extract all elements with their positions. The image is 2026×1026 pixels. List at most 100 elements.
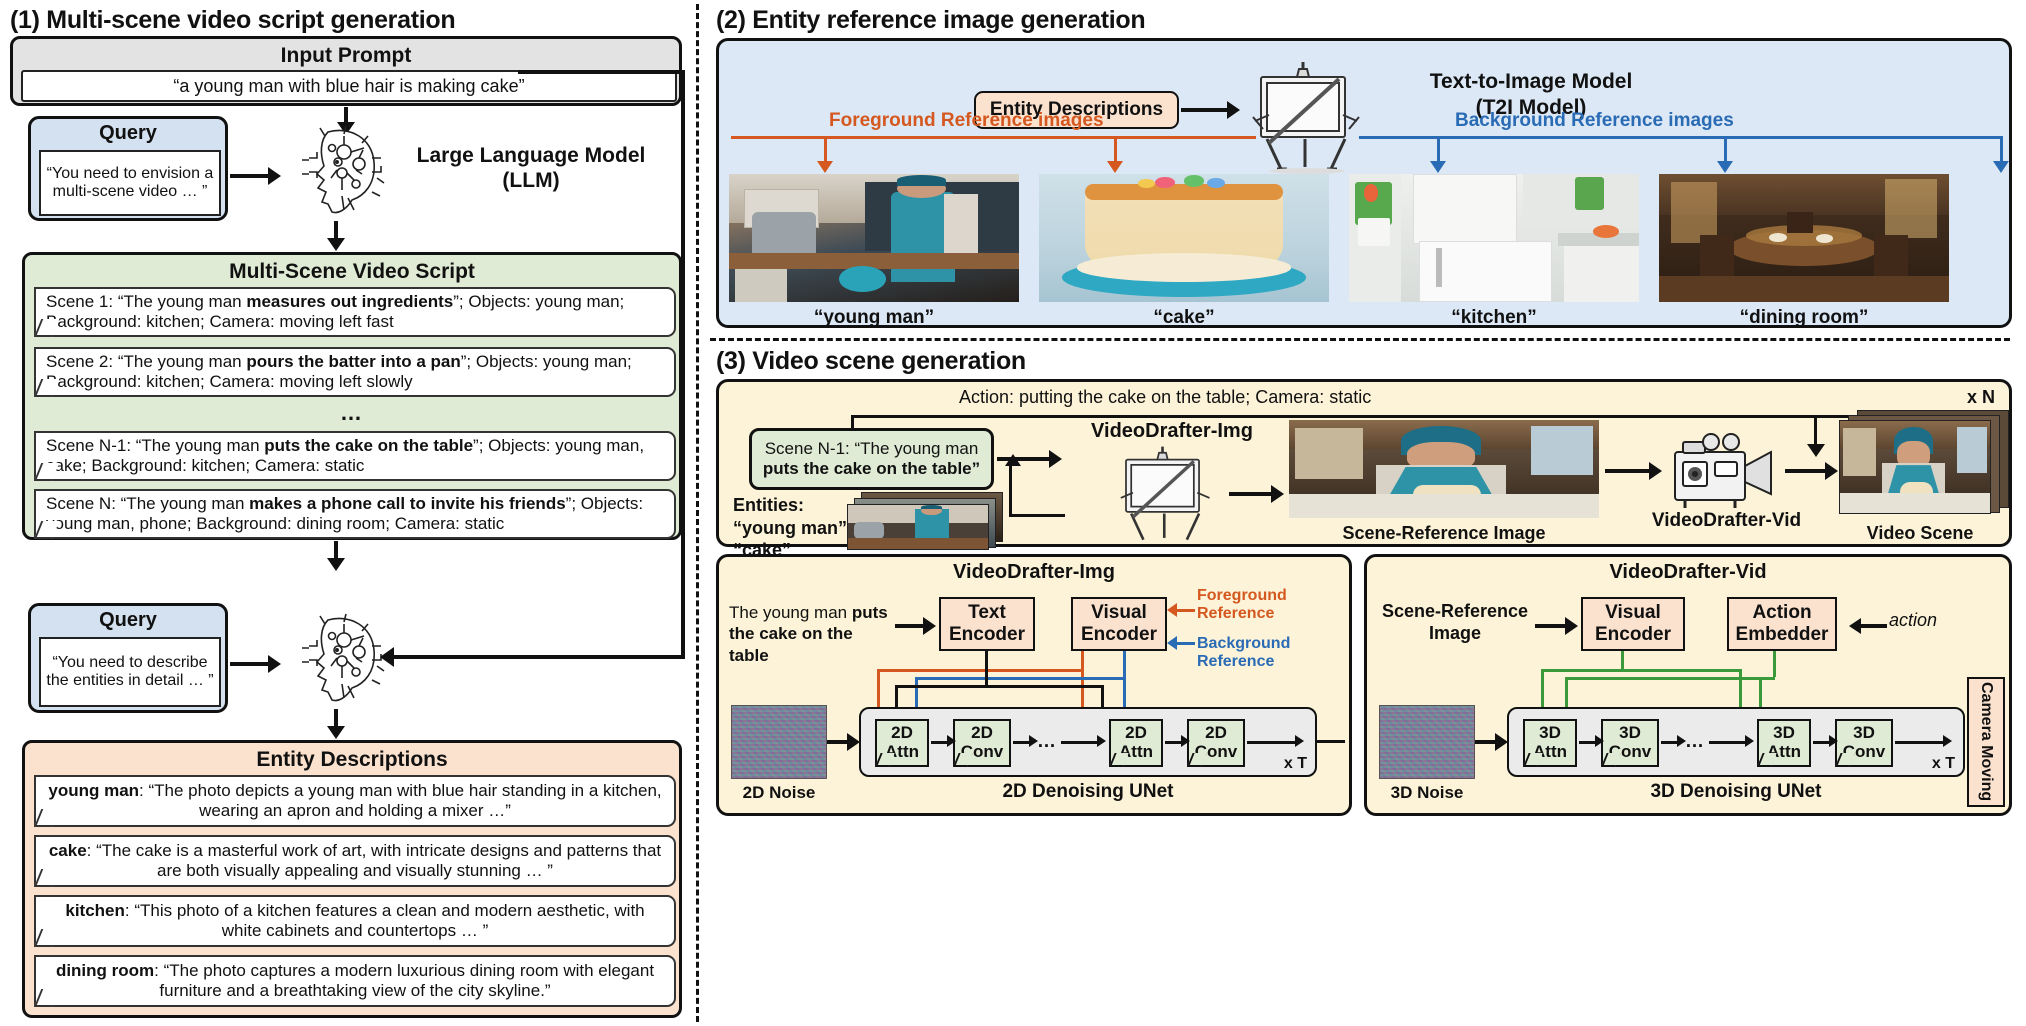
vid-feed-green-bus1 — [1541, 669, 1625, 672]
scene-item[interactable]: Scene 2: “The young man pours the batter… — [34, 347, 676, 397]
camera-moving-block[interactable]: Camera Moving — [1967, 677, 2005, 807]
text-encoder-block[interactable]: Text Encoder — [939, 597, 1035, 651]
reference-image-card[interactable]: “cake” — [1039, 174, 1329, 329]
visual-encoder-line1: Visual — [1091, 602, 1147, 624]
vid-visual-encoder-line1: Visual — [1605, 602, 1661, 624]
scene-reference-photo — [1289, 420, 1599, 518]
action-bracket-right — [1814, 415, 1817, 447]
query-2-panel: Query “You need to describe the entities… — [28, 603, 228, 713]
entity-item[interactable]: cake: “The cake is a masterful work of a… — [34, 835, 676, 887]
section-1-multi-scene-script: (1) Multi-scene video script generation … — [8, 6, 688, 1018]
query-2-text: “You need to describe the entities in de… — [46, 653, 214, 689]
bg-feed-line-1 — [1123, 651, 1126, 677]
entity-reference-panel: Entity Descriptions Text-to-Image Model … — [716, 38, 2012, 328]
vid-feed-green-down1 — [1541, 669, 1544, 711]
scene-n1-box-line2: puts the cake on the table” — [762, 459, 981, 478]
unet-2d-output-line — [1317, 740, 1345, 743]
entity-2-desc: : “This photo of a kitchen features a cl… — [124, 900, 645, 940]
entity-1-name: cake — [48, 840, 87, 860]
vid-feed-green-bus3 — [1621, 669, 1741, 672]
entity-thumbnail-stack[interactable] — [847, 492, 1007, 550]
unet-block-2d-attn-2[interactable]: 2D Attn — [1109, 719, 1163, 767]
scene-item[interactable]: Scene N: “The young man makes a phone ca… — [34, 489, 676, 539]
background-bus-line — [1359, 136, 2003, 139]
fg-feed-down-b — [1081, 669, 1084, 711]
entity-item[interactable]: young man: “The photo depicts a young ma… — [34, 775, 676, 827]
bg-feed-down-a — [915, 677, 918, 711]
section-2-title: (2) Entity reference image generation — [716, 6, 1146, 34]
unet-block-3d-attn-2[interactable]: 3D Attn — [1757, 719, 1811, 767]
vid-feed-green-down2 — [1565, 677, 1568, 711]
unet-block-2d-attn-1[interactable]: 2D Attn — [875, 719, 929, 767]
arrow-vdimg-to-sceneref — [1229, 485, 1287, 503]
video-scene-frame — [1839, 420, 1991, 514]
scene-2-bold: pours the batter into a pan — [246, 351, 461, 371]
reference-caption-cake: “cake” — [1153, 307, 1215, 328]
scene-n-prefix: Scene N: “The young man — [46, 493, 250, 513]
reference-image-card[interactable]: “young man” — [729, 174, 1019, 329]
entity-3-desc: : “The photo captures a modern luxurious… — [154, 960, 655, 1000]
entity-item[interactable]: kitchen: “This photo of a kitchen featur… — [34, 895, 676, 947]
section-1-title: (1) Multi-scene video script generation — [10, 6, 456, 34]
vid-feed-green-bus2 — [1565, 677, 1775, 680]
video-scene-caption: Video Scene — [1866, 523, 1974, 543]
scene-n1-prefix: Scene N-1: “The young man — [46, 435, 265, 455]
query-2-text-box[interactable]: “You need to describe the entities in de… — [39, 637, 221, 707]
scene-reference-caption: Scene-Reference Image — [1342, 523, 1546, 543]
unet-2d: 2D Attn 2D Conv … 2D Attn 2D Conv x T — [859, 707, 1317, 777]
unet-block-2d-conv-2[interactable]: 2D Conv — [1187, 719, 1245, 767]
reference-caption-dining-room: “dining room” — [1739, 307, 1869, 328]
scene-n1-box[interactable]: Scene N-1: “The young man puts the cake … — [749, 428, 994, 490]
noise-3d-image — [1379, 705, 1475, 779]
input-prompt-value-box[interactable]: “a young man with blue hair is making ca… — [21, 70, 677, 102]
entity-item[interactable]: dining room: “The photo captures a moder… — [34, 955, 676, 1007]
llm-label-line1: Large Language Model — [416, 144, 646, 167]
scene-item[interactable]: Scene 1: “The young man measures out ing… — [34, 287, 676, 337]
unet-3d-xt-label: x T — [1931, 755, 1955, 772]
scene-reference-image-card[interactable]: Scene-Reference Image — [1289, 420, 1599, 544]
reference-photo-cake — [1039, 174, 1329, 302]
input-prompt-header: Input Prompt — [280, 44, 412, 67]
vid-feed-green-down3 — [1759, 677, 1762, 711]
bg-feed-down-b — [1123, 677, 1126, 711]
scene-ellipsis: … — [340, 400, 364, 425]
action-italic-label: action — [1889, 610, 1938, 630]
entity-1-desc: : “The cake is a masterful work of art, … — [86, 840, 662, 880]
video-scene-card[interactable]: Video Scene — [1839, 410, 2011, 544]
entity-descriptions-header: Entity Descriptions — [256, 748, 448, 771]
input-prompt-value: “a young man with blue hair is making ca… — [173, 75, 525, 96]
llm-label-line2: (LLM) — [502, 169, 560, 193]
foreground-arrowhead-1 — [817, 161, 833, 173]
scene-n1-bold: puts the cake on the table — [264, 435, 474, 455]
unet-block-3d-conv-1[interactable]: 3D Conv — [1601, 719, 1659, 767]
scene-1-prefix: Scene 1: “The young man — [46, 291, 247, 311]
unet-block-3d-conv-2[interactable]: 3D Conv — [1835, 719, 1893, 767]
reference-photo-dining-room — [1659, 174, 1949, 302]
unet-block-3d-attn-1[interactable]: 3D Attn — [1523, 719, 1577, 767]
unet-block-2d-conv-1[interactable]: 2D Conv — [953, 719, 1011, 767]
vdimg-module-title: VideoDrafter-Img — [953, 561, 1115, 583]
reference-image-card[interactable]: “kitchen” — [1349, 174, 1639, 329]
arrow-sceneref-to-visualencoder — [1535, 617, 1581, 635]
entity-chip: “young man” — [733, 517, 848, 538]
noise-3d-label: 3D Noise — [1390, 783, 1464, 802]
videodrafter-vid-camera-icon — [1669, 432, 1781, 510]
t2i-label-line1: Text-to-Image Model — [1429, 70, 1633, 93]
scene-item[interactable]: Scene N-1: “The young man puts the cake … — [34, 431, 676, 481]
entity-descriptions-panel: Entity Descriptions young man: “The phot… — [22, 740, 682, 1018]
reference-image-card[interactable]: “dining room” — [1659, 174, 1949, 329]
right-column: (2) Entity reference image generation En… — [700, 6, 2020, 1020]
visual-encoder-block[interactable]: Visual Encoder — [1071, 597, 1167, 651]
query-1-text-box[interactable]: “You need to envision a multi-scene vide… — [39, 150, 221, 216]
scene-ref-label-line1: Scene-Reference — [1381, 601, 1529, 621]
action-embedder-block[interactable]: Action Embedder — [1727, 597, 1837, 651]
fg-feed-line-1 — [1081, 651, 1084, 669]
reference-photo-young-man — [729, 174, 1019, 302]
arrow-action-to-embedder — [1841, 618, 1887, 634]
feedback-line-vertical — [681, 70, 685, 658]
reference-caption-young-man: “young man” — [813, 307, 935, 328]
t2i-easel-icon — [1247, 59, 1367, 174]
background-arrowhead-1 — [1430, 161, 1446, 173]
fg-feed-down-a — [877, 669, 880, 711]
vid-visual-encoder-block[interactable]: Visual Encoder — [1581, 597, 1685, 651]
